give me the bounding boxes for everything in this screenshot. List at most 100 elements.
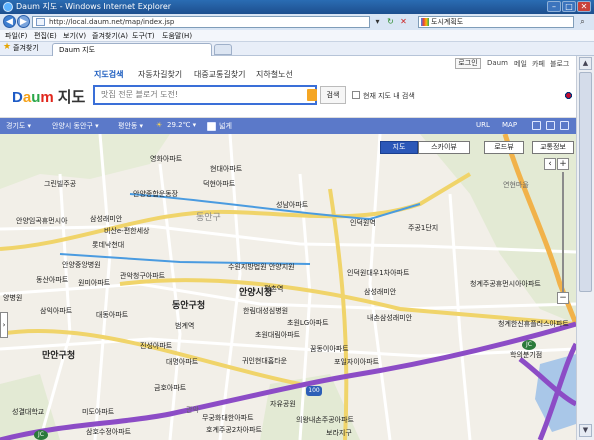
link-blog[interactable]: 블로그 xyxy=(550,59,569,69)
zoom-slider-track[interactable] xyxy=(562,172,564,292)
search-arrow-icon[interactable] xyxy=(307,89,317,101)
map-type-roadview[interactable]: 로드뷰 xyxy=(484,141,524,154)
place-label[interactable]: 그린빌주공 xyxy=(44,179,76,189)
place-label[interactable]: 호계주공2차아파트 xyxy=(206,425,262,435)
place-label[interactable]: 안양종합운동장 xyxy=(133,189,178,199)
place-label[interactable]: 동산아파트 xyxy=(36,275,68,285)
tab-daum-map[interactable]: Daum 지도 xyxy=(52,43,212,56)
wide-checkbox[interactable] xyxy=(207,122,216,131)
map-type-skyview[interactable]: 스카이뷰 xyxy=(418,141,470,154)
place-label[interactable]: 보라지구 xyxy=(326,428,352,438)
nav-map-search[interactable]: 지도검색 xyxy=(94,69,123,80)
page-scrollbar[interactable]: ▲ ▼ xyxy=(576,56,594,440)
place-label[interactable]: 초원LG아파트 xyxy=(287,318,329,328)
place-label[interactable]: 주공1단지 xyxy=(408,223,438,233)
place-label[interactable]: 관악청구아파트 xyxy=(120,271,165,281)
fullscreen-icon[interactable] xyxy=(560,121,569,130)
city-select[interactable]: 안양시 동안구 ▾ xyxy=(52,121,99,131)
maximize-button[interactable]: □ xyxy=(562,1,576,12)
place-label[interactable]: 삼호수정아파트 xyxy=(86,427,131,437)
place-label[interactable]: 금호아파트 xyxy=(154,383,186,393)
map-canvas[interactable]: 지도 스카이뷰 로드뷰 교통정보 + − ‹ › 동안구 100 JC JC 영… xyxy=(0,134,576,440)
mail-icon[interactable] xyxy=(546,121,555,130)
scroll-up-button[interactable]: ▲ xyxy=(579,57,592,70)
place-label[interactable]: 진성아파트 xyxy=(140,341,172,351)
place-label[interactable]: 포일자이아파트 xyxy=(334,357,379,367)
place-label[interactable]: 자유공원 xyxy=(270,399,296,409)
forward-button[interactable]: ▶ xyxy=(17,15,30,28)
place-label[interactable]: 청계주공휴먼시아아파트 xyxy=(470,279,541,289)
place-label[interactable]: 내손삼성래미안 xyxy=(367,313,412,323)
place-label[interactable]: 원미아파트 xyxy=(78,278,110,288)
map-search-button[interactable]: 검색 xyxy=(320,86,346,104)
scroll-thumb[interactable] xyxy=(579,72,592,292)
place-label[interactable]: 미도아파트 xyxy=(82,407,114,417)
favorites-button[interactable]: ★ 즐겨찾기 xyxy=(3,42,39,53)
daum-map-logo[interactable]: Daum 지도 xyxy=(12,86,85,107)
place-label[interactable]: 대명아파트 xyxy=(166,357,198,367)
place-label[interactable]: 범계역 xyxy=(175,321,194,331)
checkbox-icon[interactable] xyxy=(352,91,360,99)
place-label[interactable]: 성결대학교 xyxy=(12,407,44,417)
login-button[interactable]: 로그인 xyxy=(455,58,481,69)
place-label[interactable]: 학의분기점 xyxy=(510,350,542,360)
close-button[interactable]: ✕ xyxy=(577,1,591,12)
place-label[interactable]: 삼익아파트 xyxy=(40,306,72,316)
place-label[interactable]: 꿈동이아파트 xyxy=(310,344,349,354)
menu-view[interactable]: 보기(V) xyxy=(63,31,86,41)
print-icon[interactable] xyxy=(532,121,541,130)
map-type-map[interactable]: 지도 xyxy=(380,141,418,154)
link-cafe[interactable]: 카페 xyxy=(532,59,545,69)
map-button[interactable]: MAP xyxy=(502,121,517,129)
search-icon[interactable]: ⌕ xyxy=(577,16,588,28)
place-label[interactable]: 초원대림아파트 xyxy=(255,330,300,340)
refresh-icon[interactable]: ↻ xyxy=(385,16,396,28)
place-label[interactable]: 덕현아파트 xyxy=(203,179,235,189)
place-label[interactable]: 무궁화대한아파트 xyxy=(202,413,254,423)
new-tab-button[interactable] xyxy=(214,44,232,55)
place-label[interactable]: 안양중앙병원 xyxy=(62,260,101,270)
place-label[interactable]: 의왕내손주공아파트 xyxy=(296,415,354,425)
place-label[interactable]: 연현마을 xyxy=(503,180,529,190)
province-select[interactable]: 경기도 ▾ xyxy=(6,121,31,131)
back-button[interactable]: ◀ xyxy=(3,15,16,28)
menu-favorites[interactable]: 즐겨찾기(A) xyxy=(92,31,128,41)
current-map-search-check[interactable]: 현재 지도 내 검색 xyxy=(352,91,415,101)
web-search-input[interactable]: 도시계획도 xyxy=(418,16,574,28)
place-label[interactable]: 인덕원대우1차아파트 xyxy=(347,268,409,278)
pan-left-button[interactable]: ‹ xyxy=(544,158,556,170)
stop-icon[interactable]: ✕ xyxy=(398,16,409,28)
place-label[interactable]: 만안구청 xyxy=(42,348,75,361)
dong-select[interactable]: 평안동 ▾ xyxy=(118,121,143,131)
dropdown-icon[interactable]: ▾ xyxy=(372,16,383,28)
link-mail[interactable]: 메일 xyxy=(514,59,527,69)
side-panel-toggle[interactable]: › xyxy=(0,312,8,338)
zoom-out-button[interactable]: − xyxy=(557,292,569,304)
menu-edit[interactable]: 편집(E) xyxy=(34,31,57,41)
place-label[interactable]: 인덕원역 xyxy=(350,218,376,228)
place-label[interactable]: 영화아파트 xyxy=(150,154,182,164)
minimize-button[interactable]: – xyxy=(547,1,561,12)
scroll-down-button[interactable]: ▼ xyxy=(579,424,592,437)
nav-car-route[interactable]: 자동차길찾기 xyxy=(138,69,182,80)
place-label[interactable]: 동안구청 xyxy=(172,298,205,311)
weather-select[interactable]: 29.2℃ ▾ xyxy=(167,121,196,129)
url-field[interactable]: http://local.daum.net/map/index.jsp xyxy=(32,16,370,28)
place-label[interactable]: 성남아파트 xyxy=(276,200,308,210)
place-label[interactable]: 한림대성심병원 xyxy=(243,306,288,316)
nav-subway[interactable]: 지하철노선 xyxy=(256,69,293,80)
url-button[interactable]: URL xyxy=(476,121,490,129)
map-search-input[interactable]: 맛집 전문 블로거 도전! xyxy=(93,85,317,105)
menu-tools[interactable]: 도구(T) xyxy=(132,31,155,41)
menu-file[interactable]: 파일(F) xyxy=(5,31,27,41)
map-type-traffic[interactable]: 교통정보 xyxy=(532,141,574,154)
place-label[interactable]: 삼성래미안 xyxy=(364,287,396,297)
place-label[interactable]: 청계한신휴플러스아파트 xyxy=(498,319,569,329)
place-label[interactable]: 귀인현대홈타운 xyxy=(242,356,287,366)
place-label[interactable]: 안양시청 xyxy=(239,285,272,298)
place-label[interactable]: 롯데낙천대 xyxy=(92,240,124,250)
place-label[interactable]: 안양임곡휴먼시아 xyxy=(16,216,68,226)
place-label[interactable]: 대동아파트 xyxy=(96,310,128,320)
place-label[interactable]: 수원지방법원 안양지원 xyxy=(228,262,295,272)
link-daum[interactable]: Daum xyxy=(487,59,508,67)
